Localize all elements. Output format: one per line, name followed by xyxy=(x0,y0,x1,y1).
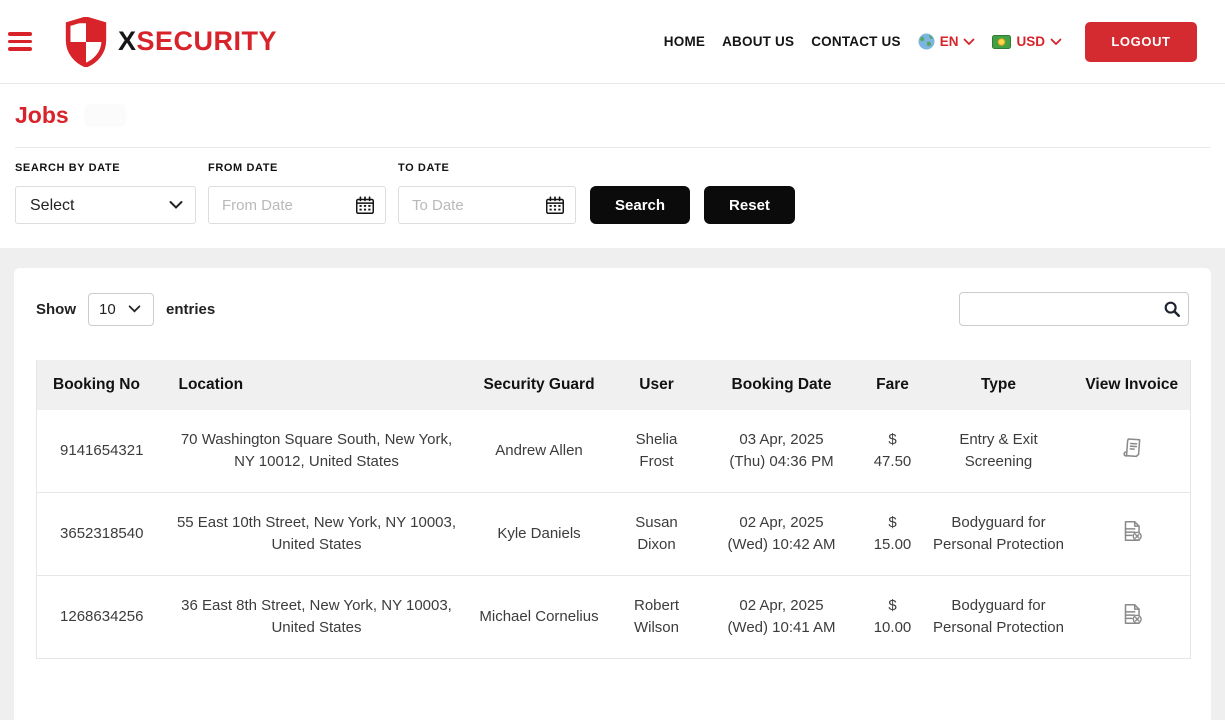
hamburger-menu-icon[interactable] xyxy=(8,27,42,57)
table-search-input[interactable] xyxy=(959,292,1189,326)
booking-date-cell: 02 Apr, 2025 (Wed) 10:42 AM xyxy=(701,492,862,576)
table-row: 9141654321 70 Washington Square South, N… xyxy=(36,410,1191,493)
divider xyxy=(15,147,1210,148)
nav-contact-us[interactable]: CONTACT US xyxy=(811,34,901,49)
booking-no-cell: 1268634256 xyxy=(36,575,167,659)
type-cell: Entry & Exit Screening xyxy=(923,410,1074,493)
page-size-wrap: 10 xyxy=(88,292,154,326)
file-x-invoice-icon xyxy=(1124,603,1142,624)
to-date-wrap xyxy=(398,186,576,224)
title-badge xyxy=(84,105,125,126)
booking-no-cell: 3652318540 xyxy=(36,492,167,576)
col-security-guard[interactable]: Security Guard xyxy=(466,360,612,410)
user-cell: Shelia Frost xyxy=(611,410,702,493)
col-type[interactable]: Type xyxy=(923,360,1074,410)
receipt-invoice-icon xyxy=(1123,437,1141,457)
from-date-label: FROM DATE xyxy=(208,162,278,174)
location-cell: 70 Washington Square South, New York, NY… xyxy=(166,410,467,493)
fare-cell: $ 47.50 xyxy=(861,410,924,493)
logout-button[interactable]: LOGOUT xyxy=(1085,21,1197,62)
col-booking-no[interactable]: Booking No xyxy=(36,360,167,410)
from-date-wrap xyxy=(208,186,386,224)
user-cell: Robert Wilson xyxy=(611,575,702,659)
guard-cell: Andrew Allen xyxy=(466,410,612,493)
brand-name: XSECURITY xyxy=(118,26,278,56)
table-search-wrap xyxy=(959,292,1189,326)
show-label: Show xyxy=(36,300,76,318)
chevron-down-icon xyxy=(1050,38,1062,45)
filters-bar: SEARCH BY DATE Select FROM DATE From Dat… xyxy=(15,162,1210,224)
col-user[interactable]: User xyxy=(611,360,702,410)
view-invoice-button[interactable] xyxy=(1119,601,1145,627)
currency-value: USD xyxy=(1016,34,1045,49)
brand-logo[interactable]: XSECURITY xyxy=(64,16,278,67)
col-view-invoice[interactable]: View Invoice xyxy=(1073,360,1191,410)
entries-label: entries xyxy=(166,300,216,318)
nav-home[interactable]: HOME xyxy=(664,34,705,49)
globe-icon xyxy=(918,33,935,50)
calendar-icon[interactable] xyxy=(544,194,566,216)
language-selector[interactable]: EN xyxy=(918,33,976,50)
top-navigation-bar: XSECURITY HOME ABOUT US CONTACT US EN US… xyxy=(0,0,1225,84)
col-booking-date[interactable]: Booking Date xyxy=(701,360,862,410)
view-invoice-button[interactable] xyxy=(1119,518,1145,544)
page-title: Jobs xyxy=(15,102,69,128)
booking-no-cell: 9141654321 xyxy=(36,410,167,493)
search-icon[interactable] xyxy=(1163,300,1181,318)
calendar-icon[interactable] xyxy=(354,194,376,216)
view-invoice-cell xyxy=(1073,410,1191,493)
user-cell: Susan Dixon xyxy=(611,492,702,576)
fare-cell: $ 10.00 xyxy=(861,575,924,659)
view-invoice-cell xyxy=(1073,575,1191,659)
location-cell: 55 East 10th Street, New York, NY 10003,… xyxy=(166,492,467,576)
search-by-date-select[interactable]: Select xyxy=(16,187,195,223)
table-row: 3652318540 55 East 10th Street, New York… xyxy=(36,492,1191,576)
banknote-icon xyxy=(992,34,1012,49)
col-location[interactable]: Location xyxy=(166,360,467,410)
page-size-select[interactable]: 10 xyxy=(89,293,153,325)
type-cell: Bodyguard for Personal Protection xyxy=(923,492,1074,576)
jobs-table-card: Show 10 entries Booking No Location Secu… xyxy=(14,268,1211,720)
nav-about-us[interactable]: ABOUT US xyxy=(722,34,794,49)
table-controls: Show 10 entries xyxy=(36,292,1189,326)
to-date-label: TO DATE xyxy=(398,162,450,174)
page-header-section: Jobs SEARCH BY DATE Select FROM DATE Fro… xyxy=(0,84,1225,248)
search-button[interactable]: Search xyxy=(590,186,691,224)
table-row: 1268634256 36 East 8th Street, New York,… xyxy=(36,575,1191,659)
currency-selector[interactable]: USD xyxy=(992,34,1062,49)
language-value: EN xyxy=(939,34,959,49)
fare-cell: $ 15.00 xyxy=(861,492,924,576)
search-by-date-select-wrap: Select xyxy=(15,186,196,224)
guard-cell: Kyle Daniels xyxy=(466,492,612,576)
booking-date-cell: 02 Apr, 2025 (Wed) 10:41 AM xyxy=(701,575,862,659)
jobs-table: Booking No Location Security Guard User … xyxy=(36,360,1191,659)
view-invoice-cell xyxy=(1073,492,1191,576)
search-by-date-label: SEARCH BY DATE xyxy=(15,162,121,174)
view-invoice-button[interactable] xyxy=(1119,435,1145,461)
location-cell: 36 East 8th Street, New York, NY 10003, … xyxy=(166,575,467,659)
booking-date-cell: 03 Apr, 2025 (Thu) 04:36 PM xyxy=(701,410,862,493)
main-nav: HOME ABOUT US CONTACT US EN USD LOGOUT xyxy=(664,21,1197,62)
file-x-invoice-icon xyxy=(1124,520,1142,541)
shield-logo-icon xyxy=(65,16,107,67)
type-cell: Bodyguard for Personal Protection xyxy=(923,575,1074,659)
guard-cell: Michael Cornelius xyxy=(466,575,612,659)
chevron-down-icon xyxy=(964,38,975,45)
content-background: Show 10 entries Booking No Location Secu… xyxy=(0,248,1225,720)
col-fare[interactable]: Fare xyxy=(861,360,924,410)
reset-button[interactable]: Reset xyxy=(704,186,795,224)
table-header-row: Booking No Location Security Guard User … xyxy=(36,360,1191,410)
